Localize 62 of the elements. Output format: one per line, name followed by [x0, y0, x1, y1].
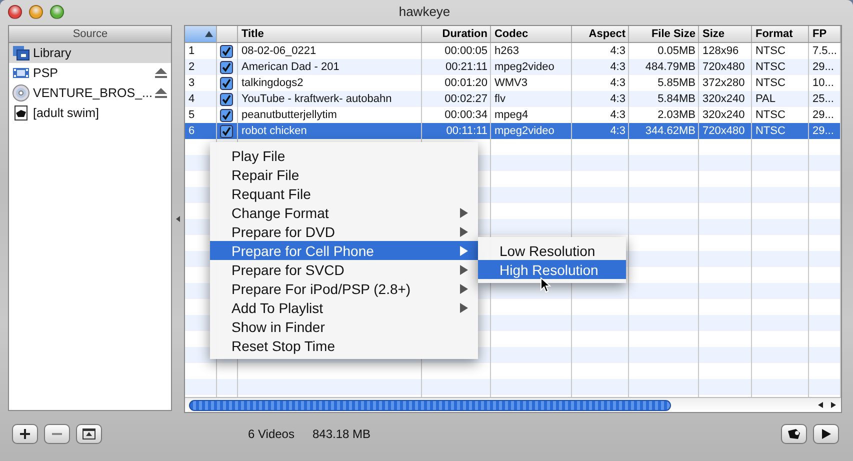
scroll-left-icon[interactable] [818, 402, 823, 408]
minimize-button[interactable] [29, 4, 43, 18]
panel-icon [82, 428, 96, 440]
sort-header[interactable] [185, 26, 218, 42]
source-header: Source [9, 26, 172, 43]
sort-ascending-icon [205, 31, 214, 37]
total-size: 843.18 MB [312, 427, 371, 441]
menu-item[interactable]: Prepare For iPod/PSP (2.8+) [210, 279, 478, 298]
disc-icon [12, 84, 30, 102]
library-icon [12, 45, 30, 61]
splitter-handle-icon[interactable] [176, 216, 180, 222]
menu-item[interactable]: Repair File [210, 165, 478, 184]
column-header[interactable]: Format [752, 26, 810, 42]
table-row[interactable]: 4 YouTube - kraftwerk- autobahn 00:02:27 flv 4:3 5.84MB 320x240 PAL 25... [185, 91, 841, 107]
table-row[interactable]: 2 American Dad - 201 00:21:11 mpeg2video 4:3 484.79MB 720x480 NTSC 29... [185, 59, 841, 75]
checkbox[interactable] [220, 108, 234, 122]
menu-item[interactable]: Reset Stop Time [210, 336, 478, 355]
window-title: hawkeye [398, 4, 452, 19]
menu-item[interactable]: Play File [210, 146, 478, 165]
scroll-thumb[interactable] [189, 400, 672, 410]
column-header[interactable]: Title [238, 26, 422, 42]
source-item[interactable]: VENTURE_BROS_... [9, 83, 172, 103]
column-header[interactable]: Size [699, 26, 752, 42]
checkbox[interactable] [220, 124, 234, 138]
play-icon [820, 428, 832, 440]
column-header[interactable]: FP [809, 26, 841, 42]
close-button[interactable] [8, 4, 22, 18]
menu-item[interactable]: Change Format [210, 203, 478, 222]
remove-button[interactable] [44, 424, 70, 444]
play-button[interactable] [813, 424, 839, 444]
table-row[interactable]: 6 robot chicken 00:11:11 mpeg2video 4:3 344.62MB 720x480 NTSC 29... [185, 123, 841, 139]
source-item[interactable]: [adult swim] [9, 103, 172, 123]
menu-item[interactable]: Prepare for Cell Phone [210, 241, 478, 260]
menu-item[interactable]: Requant File [210, 184, 478, 203]
checkbox[interactable] [220, 44, 234, 58]
column-header[interactable]: Aspect [572, 26, 630, 42]
menu-item[interactable]: Show in Finder [210, 317, 478, 336]
source-item[interactable]: Library [9, 43, 172, 63]
panel-button[interactable] [76, 424, 102, 444]
horizontal-scrollbar[interactable] [185, 397, 841, 412]
submenu-item[interactable]: High Resolution [478, 260, 626, 279]
column-header[interactable]: Duration [422, 26, 492, 42]
eject-icon[interactable] [155, 88, 168, 98]
checkbox[interactable] [220, 76, 234, 90]
menu-item[interactable]: Prepare for SVCD [210, 260, 478, 279]
menu-item[interactable]: Add To Playlist [210, 298, 478, 317]
tape-button[interactable] [781, 424, 807, 444]
checkbox[interactable] [220, 60, 234, 74]
column-header[interactable]: Codec [491, 26, 572, 42]
submenu-item[interactable]: Low Resolution [478, 241, 626, 260]
film-icon [12, 66, 30, 80]
add-button[interactable] [12, 424, 38, 444]
video-count: 6 Videos [248, 427, 294, 441]
column-header[interactable]: File Size [629, 26, 700, 42]
source-item[interactable]: PSP [9, 63, 172, 83]
zoom-button[interactable] [50, 4, 64, 18]
scroll-right-icon[interactable] [830, 402, 836, 408]
eject-icon[interactable] [155, 68, 168, 78]
menu-item[interactable]: Prepare for DVD [210, 222, 478, 241]
checkbox[interactable] [220, 92, 234, 106]
plus-icon [19, 428, 31, 440]
minus-icon [51, 433, 63, 435]
